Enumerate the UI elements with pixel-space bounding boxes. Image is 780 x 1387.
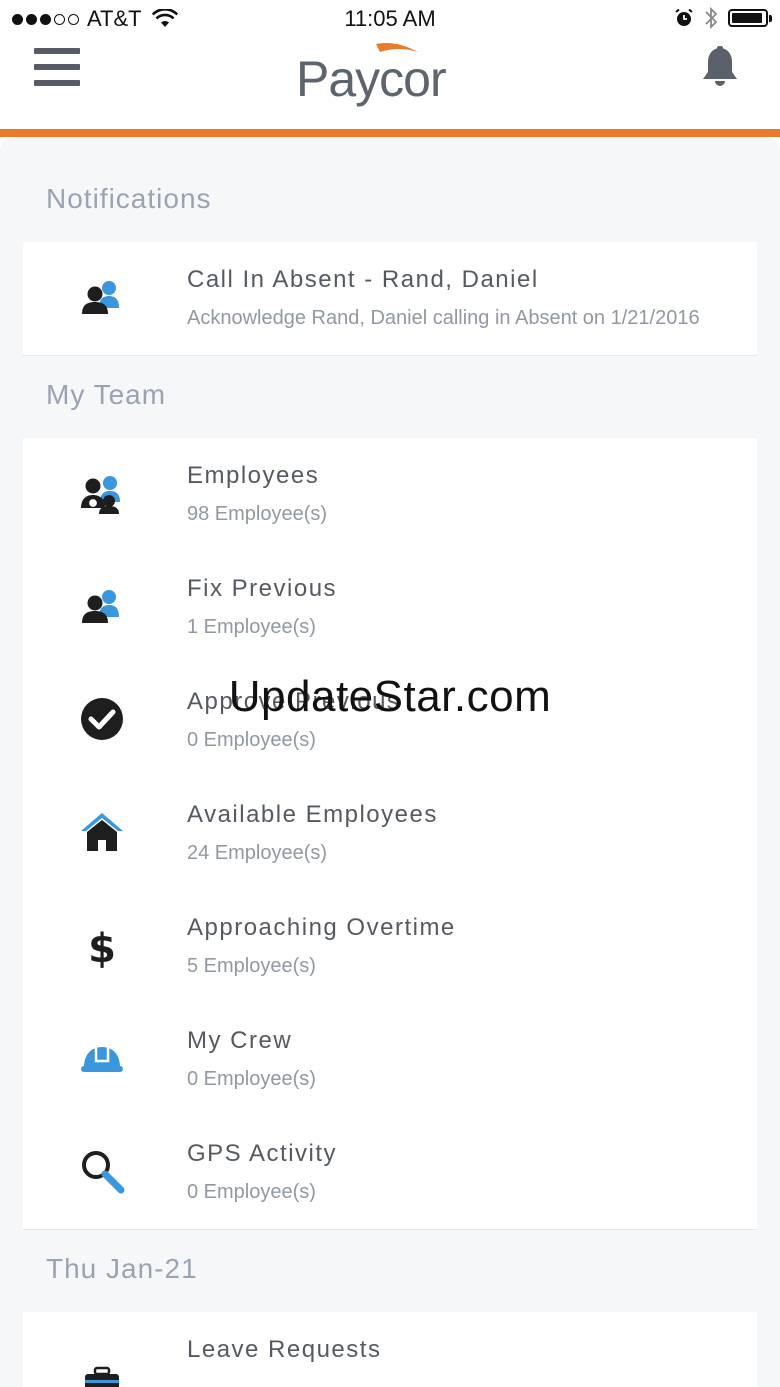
users-icon (82, 590, 119, 623)
team-item-approve-previous[interactable]: Approve Previous 0 Employee(s) (23, 664, 757, 777)
battery-icon (728, 9, 772, 27)
status-bar: AT&T 11:05 AM (0, 0, 780, 40)
team-item-available-employees[interactable]: Available Employees 24 Employee(s) (23, 777, 757, 890)
team-item-title: My Crew (187, 1027, 293, 1054)
logo-swoosh-icon (376, 43, 418, 52)
date-section-title: Thu Jan-21 (46, 1253, 198, 1284)
team-item-count: 0 Employee(s) (187, 729, 316, 751)
team-item-count: 0 Employee(s) (187, 1068, 316, 1090)
search-icon (82, 1151, 125, 1194)
date-item-title: Leave Requests (187, 1336, 382, 1363)
hard-hat-icon (81, 1047, 123, 1072)
team-item-fix-previous[interactable]: Fix Previous 1 Employee(s) (23, 551, 757, 664)
date-card: Leave Requests (23, 1312, 757, 1387)
team-item-count: 1 Employee(s) (187, 616, 316, 638)
app-header: Paycor (0, 40, 780, 130)
notification-subtitle: Acknowledge Rand, Daniel calling in Abse… (187, 307, 700, 329)
svg-text:$: $ (88, 926, 116, 968)
team-item-employees[interactable]: Employees 98 Employee(s) (23, 438, 757, 551)
team-item-title: Available Employees (187, 801, 438, 828)
date-item-leave-requests[interactable]: Leave Requests (23, 1312, 757, 1387)
status-icons (674, 6, 772, 30)
team-item-title: Fix Previous (187, 575, 338, 602)
check-circle-icon (81, 698, 123, 740)
paycor-logo: Paycor (296, 43, 496, 107)
notification-item-call-in-absent[interactable]: Call In Absent - Rand, Daniel Acknowledg… (23, 242, 757, 355)
clock-time: 11:05 AM (344, 6, 436, 31)
team-item-count: 24 Employee(s) (187, 842, 328, 864)
bluetooth-icon (705, 6, 718, 30)
briefcase-icon (85, 1366, 119, 1387)
house-icon (81, 813, 123, 851)
dollar-icon: $ (88, 926, 116, 968)
team-item-title: Approaching Overtime (187, 914, 456, 941)
alarm-icon (675, 8, 693, 26)
team-item-count: 98 Employee(s) (187, 503, 328, 525)
my-team-section-title: My Team (46, 379, 167, 410)
hamburger-menu-icon[interactable] (34, 48, 80, 86)
team-item-title: Approve Previous (187, 688, 401, 715)
my-team-card: Employees 98 Employee(s) Fix Previous 1 … (23, 438, 757, 1230)
team-item-title: Employees (187, 462, 320, 489)
users-icon (82, 281, 119, 314)
team-item-gps-activity[interactable]: GPS Activity 0 Employee(s) (23, 1116, 757, 1229)
team-item-approaching-overtime[interactable]: $ Approaching Overtime 5 Employee(s) (23, 890, 757, 1003)
team-item-my-crew[interactable]: My Crew 0 Employee(s) (23, 1003, 757, 1116)
team-item-count: 0 Employee(s) (187, 1181, 316, 1203)
header-accent-bar (0, 129, 780, 137)
employees-icon (81, 476, 120, 514)
bell-icon[interactable] (700, 46, 740, 88)
notifications-section-title: Notifications (46, 183, 212, 214)
notifications-card: Call In Absent - Rand, Daniel Acknowledg… (23, 242, 757, 356)
dashboard-content: Notifications Call In Absent - Rand, Dan… (0, 137, 780, 1387)
notification-title: Call In Absent - Rand, Daniel (187, 266, 539, 293)
team-item-title: GPS Activity (187, 1140, 338, 1167)
team-item-count: 5 Employee(s) (187, 955, 316, 977)
